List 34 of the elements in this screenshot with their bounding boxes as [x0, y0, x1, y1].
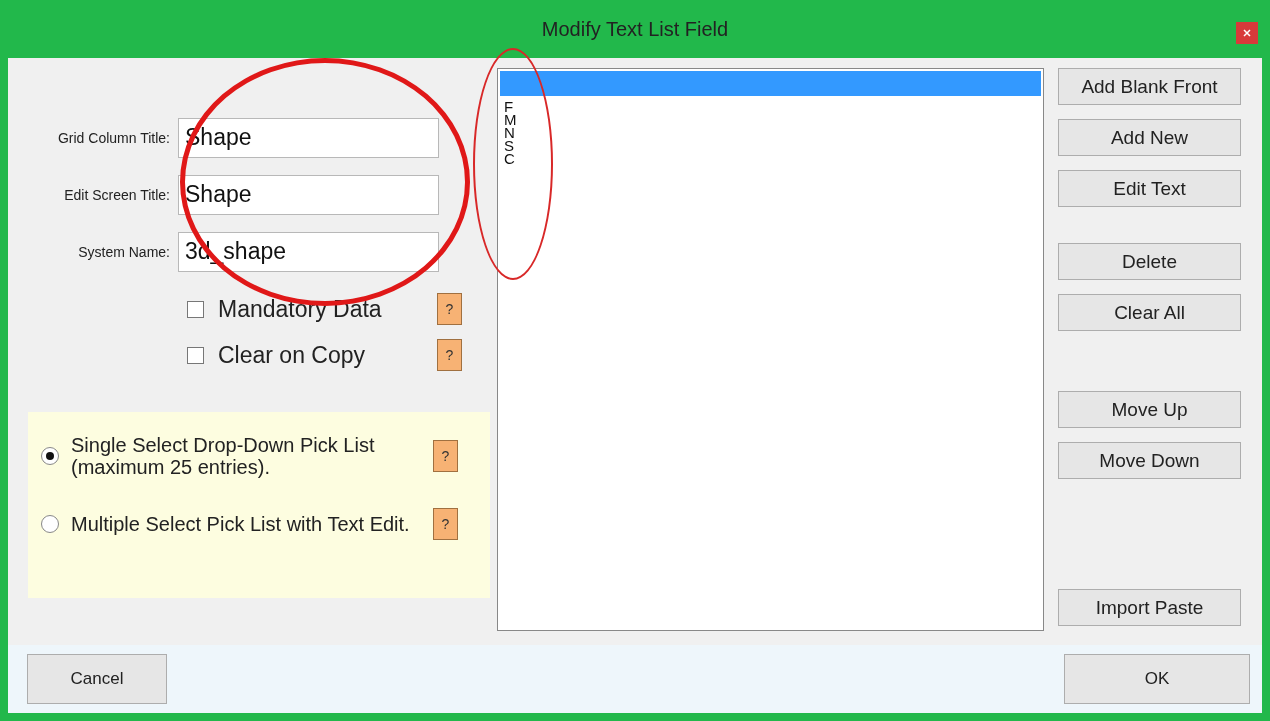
action-button[interactable]: Add Blank Front [1058, 68, 1241, 105]
help-button[interactable]: ? [437, 293, 462, 325]
list-box[interactable]: F M N S C [497, 68, 1044, 631]
action-button[interactable]: Add New [1058, 119, 1241, 156]
list-item[interactable]: M [500, 113, 1041, 126]
field-label: Grid Column Title: [56, 130, 171, 146]
list-item[interactable]: C [500, 152, 1041, 165]
list-item[interactable]: F [500, 100, 1041, 113]
window-title: Modify Text List Field [541, 17, 729, 41]
radio-label: Multiple Select Pick List with Text Edit. [71, 513, 411, 535]
action-button[interactable]: Import Paste [1058, 589, 1241, 626]
ok-button[interactable]: OK [1064, 654, 1250, 704]
text-field[interactable]: Shape [178, 175, 439, 215]
radio-label: Single Select Drop-Down Pick List (maximum 25 entries). [71, 434, 376, 478]
list-item[interactable]: S [500, 139, 1041, 152]
cancel-button[interactable]: Cancel [27, 654, 167, 704]
list-item[interactable]: N [500, 126, 1041, 139]
action-button[interactable]: Delete [1058, 243, 1241, 280]
checkbox[interactable] [187, 300, 204, 318]
action-button[interactable]: Edit Text [1058, 170, 1241, 207]
help-button[interactable]: ? [433, 440, 458, 472]
close-button[interactable] [1236, 22, 1258, 44]
field-label: Edit Screen Title: [63, 187, 171, 203]
help-button[interactable]: ? [437, 339, 462, 371]
close-icon [1243, 29, 1251, 37]
radio-button[interactable] [41, 447, 59, 465]
checkbox[interactable] [187, 346, 204, 364]
field-label: System Name: [77, 244, 171, 260]
action-button[interactable]: Clear All [1058, 294, 1241, 331]
action-button[interactable]: Move Up [1058, 391, 1241, 428]
checkbox-label: Clear on Copy [218, 341, 367, 369]
radio-button[interactable] [41, 515, 59, 533]
help-button[interactable]: ? [433, 508, 458, 540]
action-button[interactable]: Move Down [1058, 442, 1241, 479]
